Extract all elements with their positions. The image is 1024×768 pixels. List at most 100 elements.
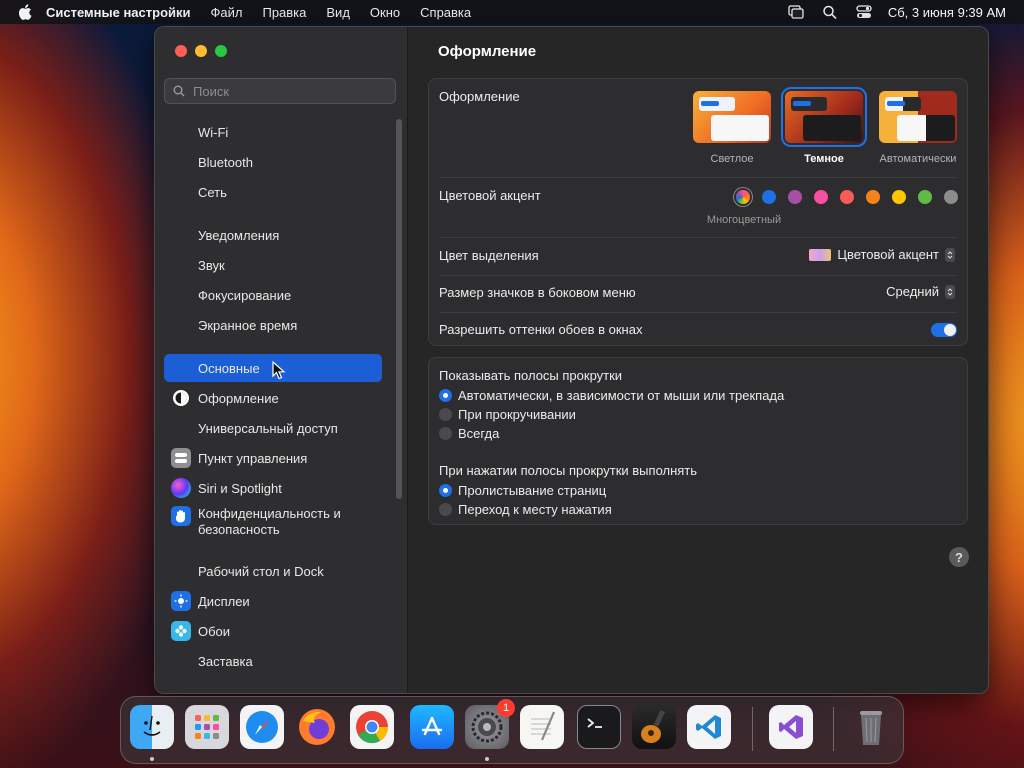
menu-edit[interactable]: Правка — [262, 5, 306, 20]
sidebar-item-screensaver[interactable]: Заставка — [164, 647, 382, 675]
highlight-value: Цветовой акцент — [837, 247, 939, 262]
accent-graphite-swatch[interactable] — [944, 190, 958, 204]
radio-label: При прокручивании — [458, 407, 576, 422]
dock-separator — [833, 707, 834, 751]
sidebar-item-screen-time[interactable]: Экранное время — [164, 311, 382, 339]
appearance-panel: Оформление Светлое Темное Автоматически … — [428, 78, 968, 346]
accessibility-icon — [171, 418, 191, 438]
zoom-button[interactable] — [215, 45, 227, 57]
trash-dock-icon[interactable] — [849, 705, 893, 749]
chevron-updown-icon — [945, 247, 955, 262]
appearance-light-thumbnail[interactable] — [693, 91, 771, 143]
minimize-button[interactable] — [195, 45, 207, 57]
sidebar-item-label: Экранное время — [198, 317, 298, 333]
general-icon — [171, 358, 191, 378]
highlight-color-popup[interactable]: Цветовой акцент — [809, 247, 955, 262]
sidebar-item-wifi[interactable]: Wi-Fi — [164, 118, 382, 146]
sidebar-scrollbar[interactable] — [396, 119, 402, 499]
accent-blue-swatch[interactable] — [762, 190, 776, 204]
visual-studio-dock-icon[interactable] — [769, 705, 813, 749]
sidebar-item-label-group: Конфиденциальность и безопасность — [198, 502, 341, 538]
sidebar-item-label: Универсальный доступ — [198, 420, 338, 436]
close-button[interactable] — [175, 45, 187, 57]
terminal-dock-icon[interactable] — [577, 705, 621, 749]
scrollbars-always-radio[interactable]: Всегда — [439, 426, 499, 441]
radio-label: Всегда — [458, 426, 500, 441]
divider — [439, 177, 957, 178]
wallpaper-icon — [171, 621, 191, 641]
scrollbars-scrolling-radio[interactable]: При прокручивании — [439, 407, 576, 422]
sidebar-item-label: Пункт управления — [198, 450, 308, 466]
sidebar-item-accessibility[interactable]: Универсальный доступ — [164, 414, 382, 442]
click-scroll-jump-radio[interactable]: Переход к месту нажатия — [439, 502, 612, 517]
accent-purple-swatch[interactable] — [788, 190, 802, 204]
menu-help[interactable]: Справка — [420, 5, 471, 20]
radio-icon — [439, 408, 452, 421]
sidebar-item-focus[interactable]: Фокусирование — [164, 281, 382, 309]
radio-selected-icon — [439, 484, 452, 497]
accent-yellow-swatch[interactable] — [892, 190, 906, 204]
sidebar-item-bluetooth[interactable]: Bluetooth — [164, 148, 382, 176]
control-center-icon[interactable] — [856, 5, 872, 19]
menu-view[interactable]: Вид — [326, 5, 350, 20]
sidebar: Wi-Fi Bluetooth Сеть Уведомления Звук Фо… — [155, 27, 408, 693]
menu-file[interactable]: Файл — [211, 5, 243, 20]
accent-orange-swatch[interactable] — [866, 190, 880, 204]
textedit-dock-icon[interactable] — [520, 705, 564, 749]
accent-red-swatch[interactable] — [840, 190, 854, 204]
launchpad-dock-icon[interactable] — [185, 705, 229, 749]
highlight-swatch — [809, 248, 832, 261]
sound-icon — [171, 255, 191, 275]
sidebar-item-wallpaper[interactable]: Обои — [164, 617, 382, 645]
menu-window[interactable]: Окно — [370, 5, 400, 20]
search-field[interactable] — [164, 78, 396, 104]
sidebar-item-siri[interactable]: Siri и Spotlight — [164, 474, 382, 502]
scrollbars-auto-radio[interactable]: Автоматически, в зависимости от мыши или… — [439, 388, 784, 403]
sidebar-item-control-center[interactable]: Пункт управления — [164, 444, 382, 472]
wallpaper-tinting-toggle[interactable] — [931, 323, 957, 337]
apple-menu-icon[interactable] — [18, 4, 32, 20]
firefox-dock-icon[interactable] — [295, 705, 339, 749]
screen-mirroring-icon[interactable] — [788, 5, 804, 19]
accent-multicolor-swatch[interactable] — [736, 190, 750, 204]
accent-pink-swatch[interactable] — [814, 190, 828, 204]
chrome-dock-icon[interactable] — [350, 705, 394, 749]
sidebar-icon-size-value: Средний — [886, 284, 939, 299]
system-settings-dock-icon[interactable]: 1 — [465, 699, 515, 749]
appearance-auto-thumbnail[interactable] — [879, 91, 957, 143]
wallpaper-tinting-label: Разрешить оттенки обоев в окнах — [439, 322, 643, 337]
sidebar-item-label: Рабочий стол и Dock — [198, 563, 324, 579]
sidebar-item-network[interactable]: Сеть — [164, 178, 382, 206]
sidebar-item-notifications[interactable]: Уведомления — [164, 221, 382, 249]
sidebar-item-privacy[interactable]: Конфиденциальность и безопасность — [164, 502, 382, 546]
finder-dock-icon[interactable] — [130, 705, 174, 749]
search-input[interactable] — [191, 82, 385, 100]
menu-app-name[interactable]: Системные настройки — [46, 5, 191, 20]
running-indicator — [150, 757, 154, 761]
appearance-label: Оформление — [439, 89, 520, 104]
sidebar-item-displays[interactable]: Дисплеи — [164, 587, 382, 615]
menubar-clock[interactable]: Сб, 3 июня 9:39 AM — [888, 5, 1006, 20]
bluetooth-icon — [171, 152, 191, 172]
main-content: Оформление Оформление Светлое Темное Авт… — [408, 27, 988, 693]
help-button[interactable]: ? — [949, 547, 969, 567]
garageband-dock-icon[interactable] — [632, 705, 676, 749]
sidebar-item-sound[interactable]: Звук — [164, 251, 382, 279]
sidebar-item-appearance[interactable]: Оформление — [164, 384, 382, 412]
control-center-icon — [171, 448, 191, 468]
divider — [439, 312, 957, 313]
app-store-dock-icon[interactable] — [410, 705, 454, 749]
sidebar-icon-size-popup[interactable]: Средний — [886, 284, 955, 299]
click-scroll-page-radio[interactable]: Пролистывание страниц — [439, 483, 606, 498]
appearance-dark-thumbnail[interactable] — [781, 87, 867, 147]
displays-icon — [171, 591, 191, 611]
accent-green-swatch[interactable] — [918, 190, 932, 204]
highlight-color-label: Цвет выделения — [439, 248, 539, 263]
vscode-dock-icon[interactable] — [687, 705, 731, 749]
sidebar-item-desktop-dock[interactable]: Рабочий стол и Dock — [164, 557, 382, 585]
focus-icon — [171, 285, 191, 305]
sidebar-item-label: Обои — [198, 623, 231, 639]
safari-dock-icon[interactable] — [240, 705, 284, 749]
scrollbars-label: Показывать полосы прокрутки — [439, 368, 623, 383]
spotlight-search-icon[interactable] — [822, 5, 838, 19]
